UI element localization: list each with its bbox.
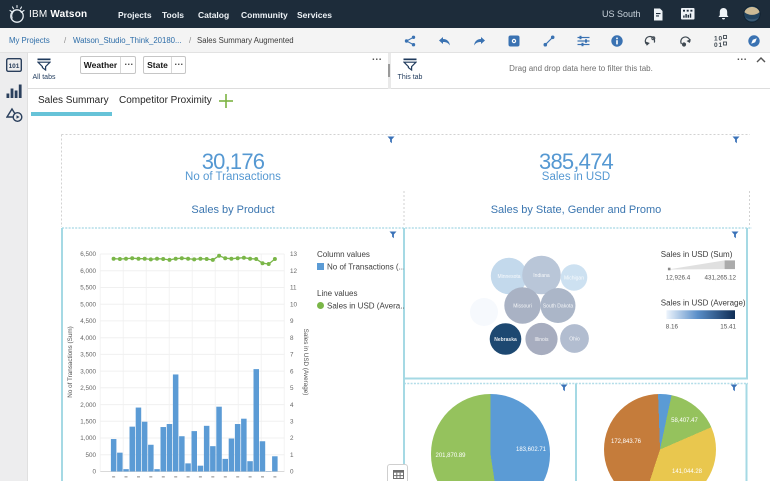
svg-text:10: 10 xyxy=(290,301,298,308)
svg-text:Line values: Line values xyxy=(317,289,357,298)
svg-text:Illinois: Illinois xyxy=(535,337,549,343)
svg-text:1: 1 xyxy=(719,42,723,47)
svg-text:15.41: 15.41 xyxy=(720,323,736,330)
svg-text:Indiana: Indiana xyxy=(533,273,550,279)
svg-text:101: 101 xyxy=(9,63,20,70)
svg-text:6,500: 6,500 xyxy=(80,251,96,258)
svg-text:Column values: Column values xyxy=(317,250,370,259)
svg-text:Sales in USD (Average): Sales in USD (Average) xyxy=(661,299,746,308)
svg-text:12,926.4: 12,926.4 xyxy=(666,275,691,282)
svg-text:11: 11 xyxy=(290,285,297,292)
svg-text:2,500: 2,500 xyxy=(80,385,96,392)
svg-text:0: 0 xyxy=(714,42,718,47)
svg-text:No of Transactions (Sum): No of Transactions (Sum) xyxy=(67,326,74,397)
svg-text:0: 0 xyxy=(92,469,96,476)
svg-text:4,000: 4,000 xyxy=(80,335,96,342)
svg-text:3: 3 xyxy=(290,419,294,426)
svg-text:6,000: 6,000 xyxy=(80,268,96,275)
svg-text:South Dakota: South Dakota xyxy=(543,304,574,310)
svg-text:Minnesota: Minnesota xyxy=(497,274,520,280)
svg-text:4,500: 4,500 xyxy=(80,318,96,325)
svg-text:4: 4 xyxy=(290,402,294,409)
svg-text:0: 0 xyxy=(290,469,294,476)
svg-text:8: 8 xyxy=(290,335,294,342)
svg-text:2: 2 xyxy=(290,435,294,442)
svg-text:Michigan: Michigan xyxy=(564,276,584,282)
svg-text:5,500: 5,500 xyxy=(80,285,96,292)
svg-text:500: 500 xyxy=(85,452,96,459)
svg-text:No of Transactions (...: No of Transactions (... xyxy=(327,263,404,272)
svg-text:1,500: 1,500 xyxy=(80,419,96,426)
svg-text:Sales in USD (Average): Sales in USD (Average) xyxy=(302,329,309,396)
svg-text:8.16: 8.16 xyxy=(666,323,679,330)
svg-text:3,500: 3,500 xyxy=(80,352,96,359)
svg-text:6: 6 xyxy=(290,368,294,375)
svg-text:1,000: 1,000 xyxy=(80,435,96,442)
svg-text:7: 7 xyxy=(290,352,294,359)
svg-text:5: 5 xyxy=(290,385,294,392)
svg-text:Ohio: Ohio xyxy=(569,337,580,343)
svg-text:Sales in USD (Sum): Sales in USD (Sum) xyxy=(661,250,733,259)
svg-text:1: 1 xyxy=(290,452,294,459)
svg-text:13: 13 xyxy=(290,251,298,258)
svg-text:12: 12 xyxy=(290,268,298,275)
svg-text:9: 9 xyxy=(290,318,294,325)
svg-text:5,000: 5,000 xyxy=(80,301,96,308)
svg-text:Sales in USD (Avera...: Sales in USD (Avera... xyxy=(327,302,404,311)
svg-text:3,000: 3,000 xyxy=(80,368,96,375)
svg-text:2,000: 2,000 xyxy=(80,402,96,409)
svg-text:Nebraska: Nebraska xyxy=(494,337,517,343)
svg-text:431,265.12: 431,265.12 xyxy=(704,275,736,282)
svg-text:Missouri: Missouri xyxy=(513,304,532,310)
